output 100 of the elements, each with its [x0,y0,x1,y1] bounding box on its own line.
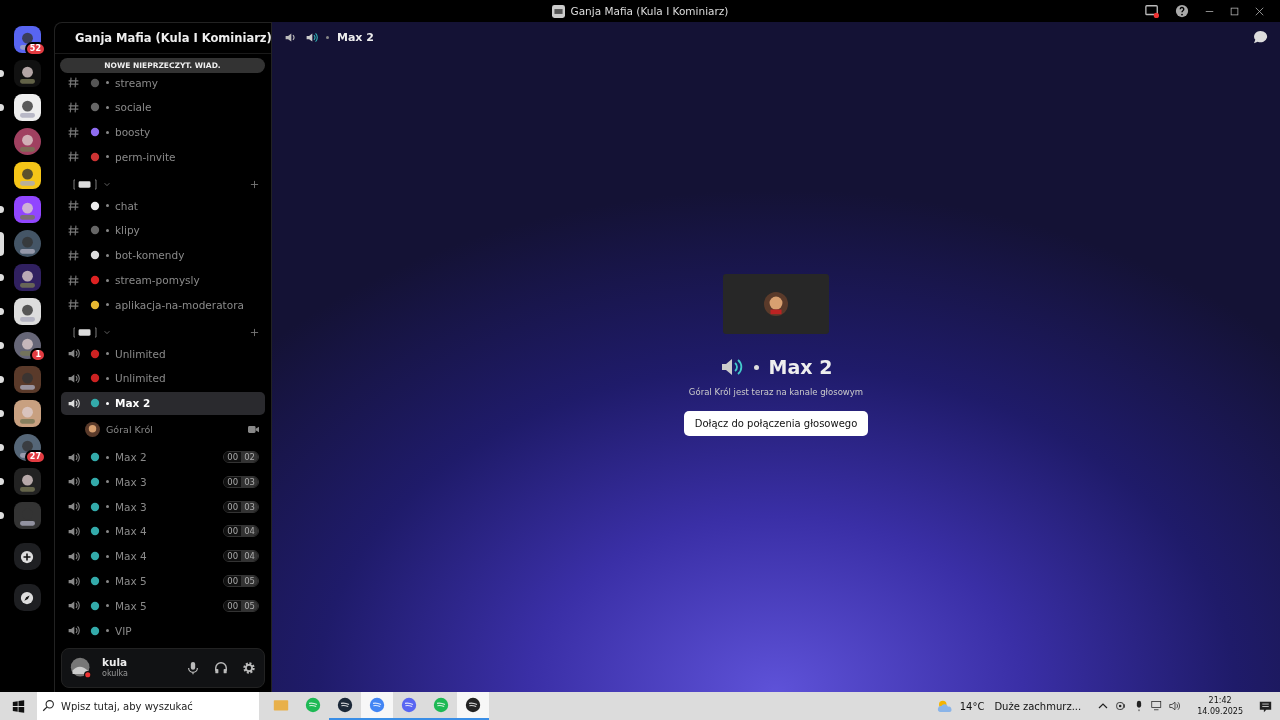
server-icon[interactable] [13,162,41,189]
server-icon[interactable] [13,502,41,529]
emoji-icon [90,476,100,487]
maximize-icon[interactable] [1230,6,1239,16]
channel-item[interactable]: Max 2 00 02 [61,445,265,469]
channel-name: boosty [115,126,151,139]
channel-item[interactable]: Max 3 00 03 [61,495,265,519]
chat-icon[interactable] [1253,29,1268,45]
camera-icon[interactable] [1115,700,1128,712]
user-limit-badge: 00 04 [223,550,259,563]
headphones-icon[interactable] [214,661,228,675]
channel-item[interactable]: Max 5 00 05 [61,594,265,618]
channel-item[interactable]: Unlimited [61,366,265,390]
server-icon[interactable] [13,26,41,53]
hash-icon [67,199,80,213]
channel-item[interactable]: Max 4 00 04 [61,519,265,543]
channel-item[interactable]: Unlimited [61,342,265,366]
channel-item[interactable]: Max 2 [61,391,265,415]
unread-indicator [0,376,4,383]
unread-indicator [0,444,4,451]
server-icon[interactable] [13,332,41,359]
screen-share-icon[interactable] [1145,4,1159,18]
channel-name: Max 3 [115,475,147,488]
add-server-button[interactable] [13,543,41,570]
user-limit-badge: 00 05 [223,599,259,612]
windows-start-icon[interactable] [12,699,25,713]
channel-item[interactable]: Max 3 00 03 [61,470,265,494]
taskbar-search-field[interactable]: Wpisz tutaj, aby wyszukać [37,692,259,720]
user-limit-badge: 00 03 [223,475,259,488]
channel-item[interactable]: Max 4 00 04 [61,544,265,568]
emoji-icon [90,299,100,310]
help-icon[interactable] [1175,4,1189,18]
server-icon[interactable] [13,60,41,87]
channel-name: klipy [115,224,140,237]
emoji-icon [90,200,100,211]
speaker-icon [67,574,80,588]
user-limit-badge: 00 02 [223,451,259,464]
server-icon[interactable] [13,230,41,257]
emoji-icon [90,102,100,113]
category-icon[interactable] [73,326,97,338]
channel-item[interactable]: Max 5 00 05 [61,569,265,593]
server-icon[interactable] [13,298,41,325]
hash-icon [67,100,80,114]
hash-icon [67,125,80,139]
mention-badge: 1 [30,348,46,362]
speaker-icon [67,371,80,385]
microphone-icon[interactable] [186,661,200,675]
clock-time: 21:42 [1208,695,1232,706]
voice-user[interactable]: Góral Król [61,416,265,442]
server-icon[interactable] [13,366,41,393]
channel-item[interactable]: stream-pomysly [61,268,265,292]
emoji-icon [90,250,100,261]
user-limit-badge: 00 05 [223,575,259,588]
channel-item[interactable]: perm-invite [61,145,265,169]
channel-item[interactable]: sociale [61,95,265,119]
weather-condition: Duże zachmurz... [994,700,1082,712]
speaker-icon [305,30,318,44]
server-icon[interactable] [13,264,41,291]
settings-icon[interactable] [242,661,256,675]
discover-button[interactable] [13,584,41,611]
channel-name: Max 4 [115,525,147,538]
channel-item[interactable]: VIP [61,619,265,643]
hash-icon [67,298,80,312]
add-channel-icon[interactable] [250,327,259,337]
server-icon[interactable] [13,196,41,223]
channel-item[interactable]: boosty [61,120,265,144]
close-icon[interactable] [1255,6,1264,16]
volume-icon[interactable] [1169,700,1182,712]
server-icon[interactable] [13,94,41,121]
emoji-icon [90,348,100,359]
category-icon[interactable] [73,178,97,190]
add-channel-icon[interactable] [250,179,259,189]
emoji-icon [90,398,100,409]
username: kula [102,656,129,668]
channel-item[interactable]: aplikacja-na-moderatora [61,293,265,317]
channel-item[interactable]: streamy [61,71,265,94]
channel-name: Max 4 [115,550,147,563]
hash-icon [67,248,80,262]
hash-icon [67,224,80,237]
hash-icon [67,76,80,89]
channel-item[interactable]: klipy [61,219,265,242]
server-icon[interactable] [13,128,41,155]
channel-heading: Max 2 [768,356,833,378]
server-icon[interactable] [13,468,41,495]
channel-item[interactable]: chat [61,194,265,218]
channel-item[interactable]: bot-komendy [61,243,265,267]
mention-badge: 52 [24,42,46,56]
join-voice-button[interactable]: Dołącz do połączenia głosowego [683,411,869,436]
speaker-icon [67,524,80,538]
server-icon[interactable] [13,400,41,427]
channel-name: Max 3 [115,500,147,513]
network-icon[interactable] [1151,700,1164,712]
window-title: Ganja Mafia (Kula I Kominiarz) [570,5,729,17]
unread-indicator [0,478,4,485]
hash-icon [67,150,80,164]
notification-icon[interactable] [1259,699,1272,713]
emoji-icon [90,225,100,236]
avatar-icon[interactable] [70,657,92,679]
search-icon [42,699,55,712]
taskbar-app-icon[interactable] [457,692,489,720]
